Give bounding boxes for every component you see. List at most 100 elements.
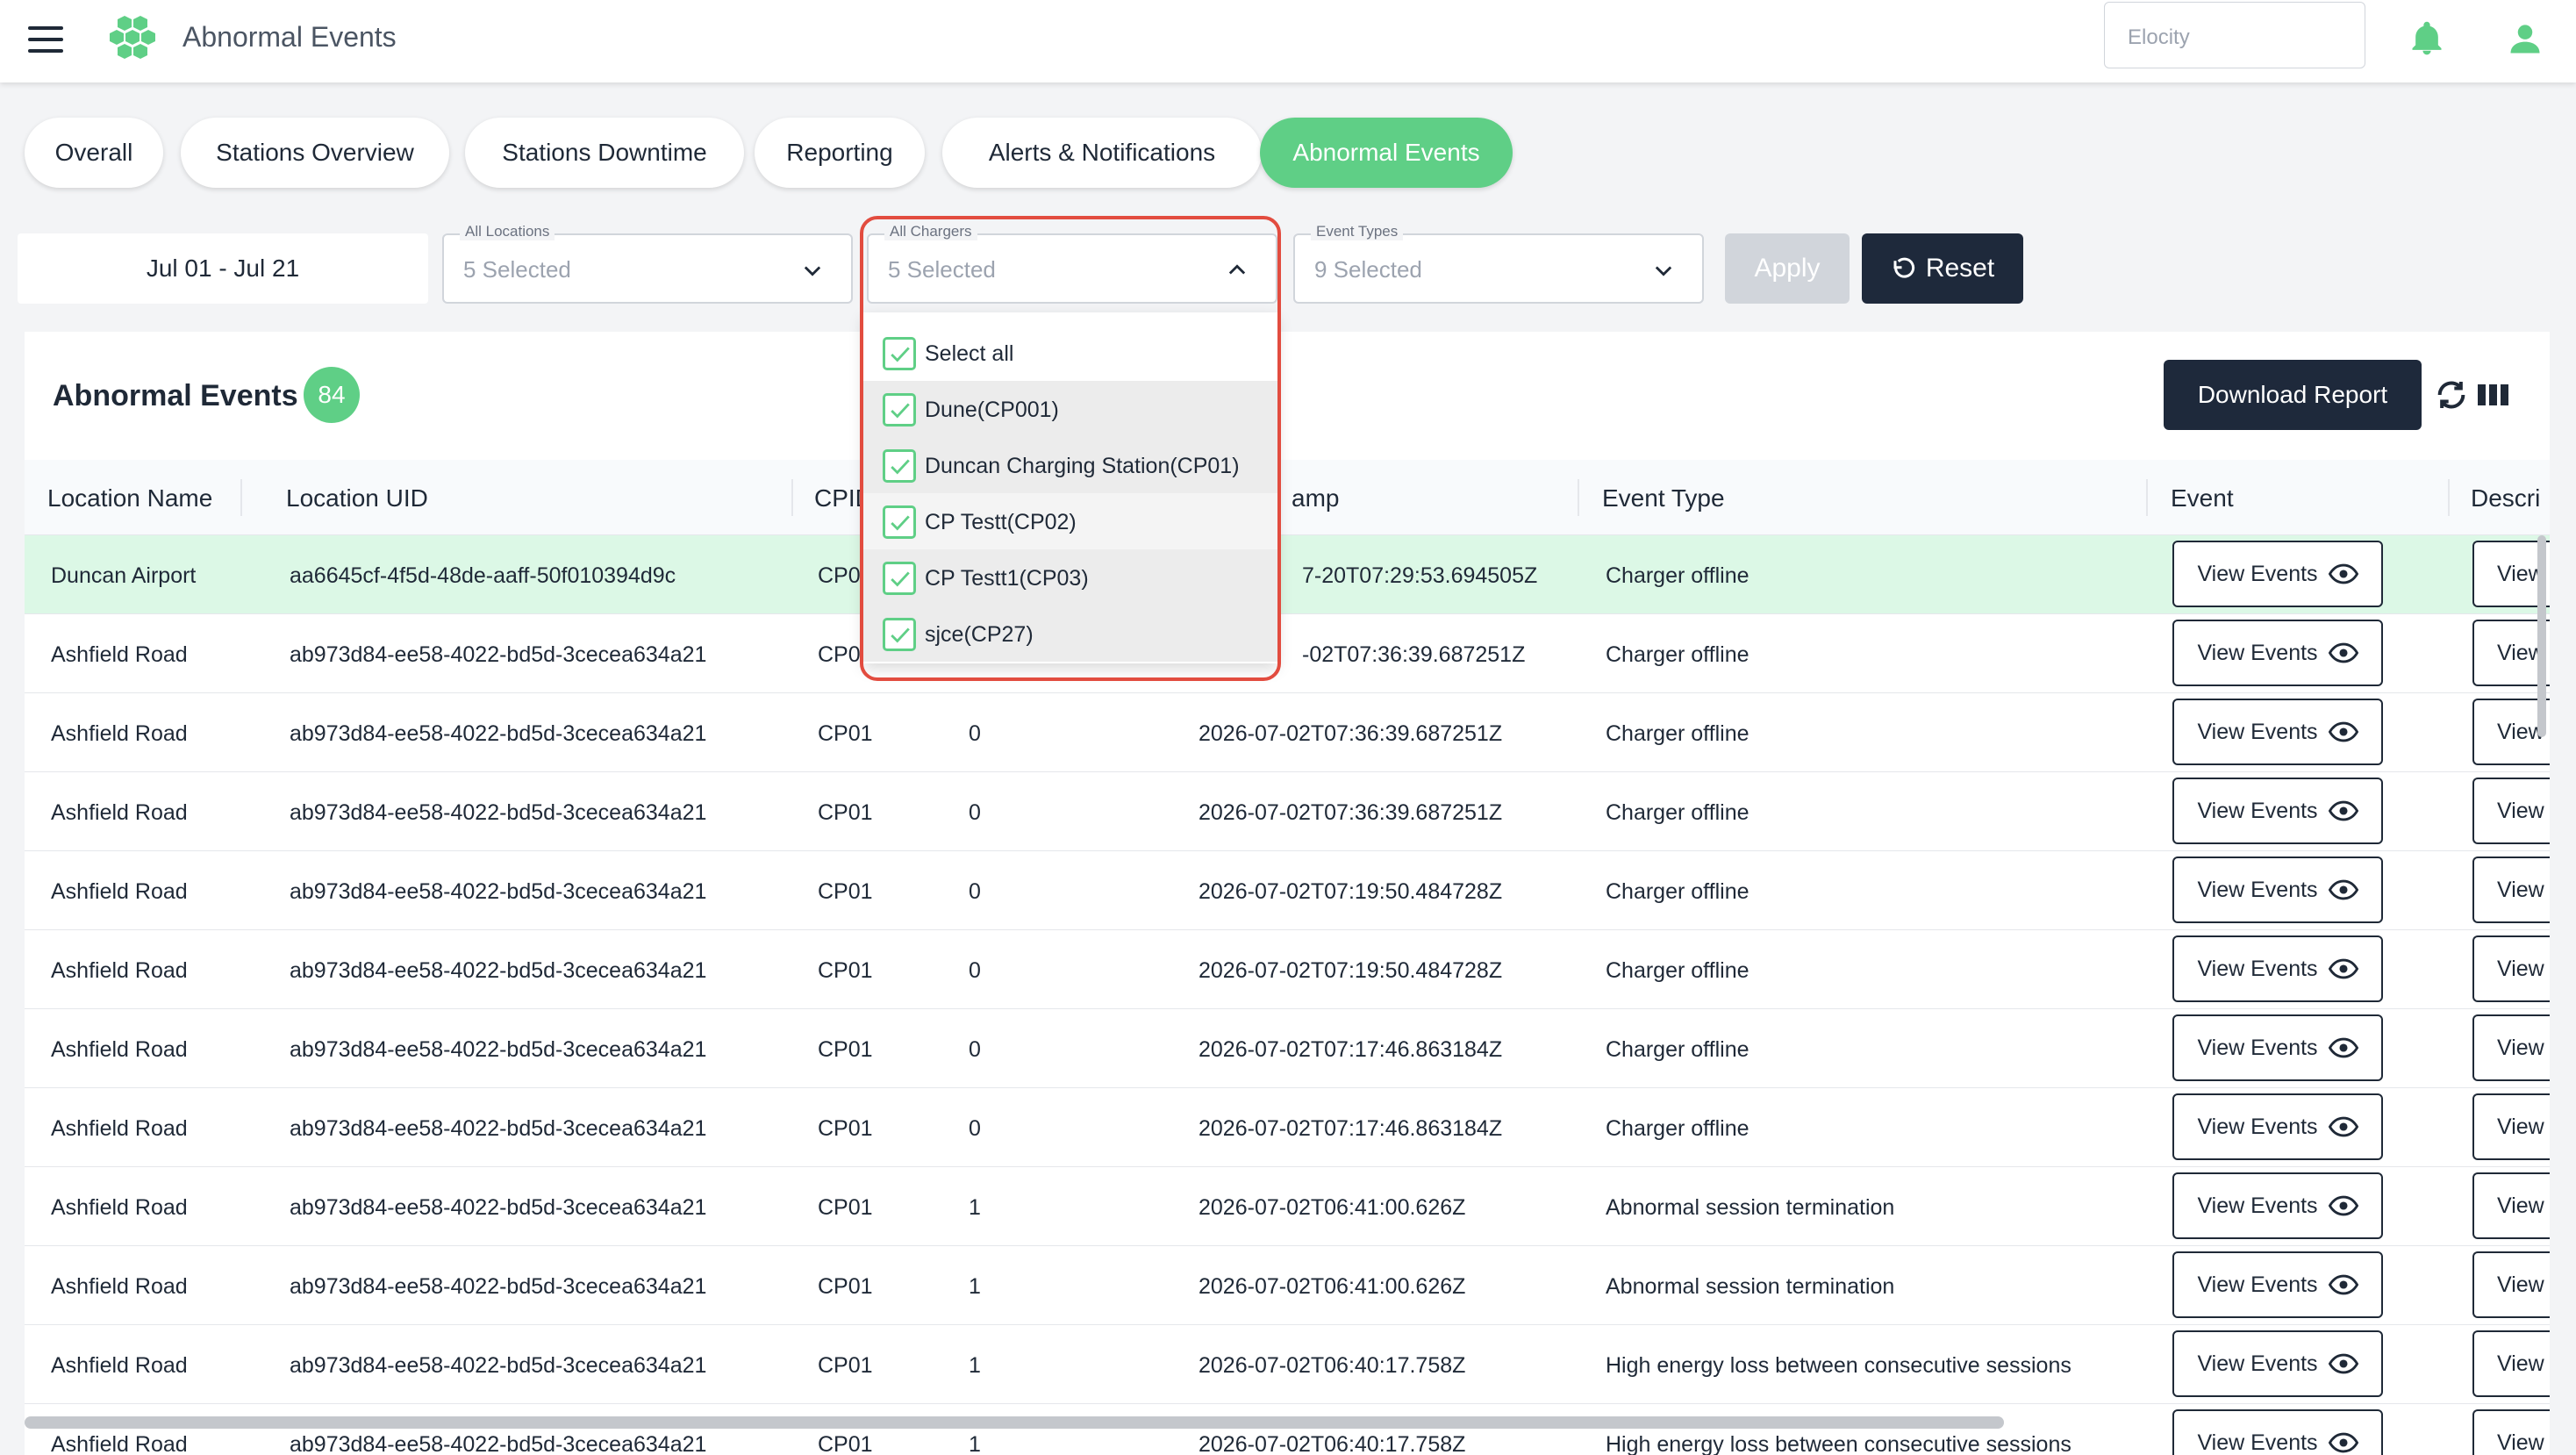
view-events-button[interactable]: View Events bbox=[2172, 778, 2383, 844]
view-events-button[interactable]: View Events bbox=[2172, 1251, 2383, 1318]
table-row[interactable]: Ashfield Road ab973d84-ee58-4022-bd5d-3ce… bbox=[25, 1167, 2550, 1246]
table-row[interactable]: Ashfield Road ab973d84-ee58-4022-bd5d-3ce… bbox=[25, 693, 2550, 772]
table-row[interactable]: Ashfield Road ab973d84-ee58-4022-bd5d-3ce… bbox=[25, 1009, 2550, 1088]
chevron-up-icon bbox=[1228, 264, 1246, 275]
tab-stations-downtime[interactable]: Stations Downtime bbox=[465, 118, 744, 188]
view-events-label: View Events bbox=[2197, 1114, 2318, 1139]
charger-option[interactable]: CP Testt1(CP03) bbox=[863, 549, 1277, 606]
eye-icon bbox=[2328, 1037, 2358, 1058]
tab-reporting[interactable]: Reporting bbox=[755, 118, 925, 188]
view-events-button[interactable]: View Events bbox=[2172, 699, 2383, 765]
col-location-uid[interactable]: Location UID bbox=[286, 484, 428, 512]
view-description-button[interactable]: View bbox=[2472, 1093, 2550, 1160]
table-row[interactable]: Ashfield Road ab973d84-ee58-4022-bd5d-3ce… bbox=[25, 930, 2550, 1009]
cell-connector: 0 bbox=[969, 800, 981, 825]
locations-select-value: 5 Selected bbox=[463, 256, 571, 283]
charger-option[interactable]: Dune(CP001) bbox=[863, 381, 1277, 437]
event-types-select[interactable]: Event Types 9 Selected bbox=[1293, 223, 1704, 304]
view-events-button[interactable]: View Events bbox=[2172, 1093, 2383, 1160]
cell-connector: 1 bbox=[969, 1353, 981, 1378]
view-events-button[interactable]: View Events bbox=[2172, 620, 2383, 686]
view-description-button[interactable]: View bbox=[2472, 857, 2550, 923]
chargers-select[interactable]: All Chargers 5 Selected bbox=[867, 223, 1277, 304]
charger-option[interactable]: CP Testt(CP02) bbox=[863, 493, 1277, 549]
view-events-button[interactable]: View Events bbox=[2172, 541, 2383, 607]
checkbox-checked-icon[interactable] bbox=[883, 337, 916, 370]
locations-select[interactable]: All Locations 5 Selected bbox=[442, 223, 853, 304]
view-events-button[interactable]: View Events bbox=[2172, 935, 2383, 1002]
chargers-select-value: 5 Selected bbox=[888, 256, 996, 283]
table-row[interactable]: Ashfield Road ab973d84-ee58-4022-bd5d-3ce… bbox=[25, 614, 2550, 693]
reset-button[interactable]: Reset bbox=[1862, 233, 2023, 304]
cell-timestamp: 2026-07-02T07:19:50.484728Z bbox=[1199, 879, 1503, 904]
menu-icon[interactable] bbox=[28, 26, 63, 53]
table-row[interactable]: Ashfield Road ab973d84-ee58-4022-bd5d-3ce… bbox=[25, 1325, 2550, 1404]
col-timestamp[interactable]: amp bbox=[1292, 484, 1339, 512]
vertical-scrollbar[interactable] bbox=[2537, 535, 2546, 737]
table-row[interactable]: Ashfield Road ab973d84-ee58-4022-bd5d-3ce… bbox=[25, 851, 2550, 930]
cell-timestamp: 2026-07-02T07:17:46.863184Z bbox=[1199, 1037, 1503, 1062]
checkbox-checked-icon[interactable] bbox=[883, 449, 916, 483]
checkbox-checked-icon[interactable] bbox=[883, 562, 916, 595]
view-description-button[interactable]: View bbox=[2472, 1330, 2550, 1397]
cell-cpid: CP01 bbox=[818, 958, 873, 983]
charger-option-label: CP Testt(CP02) bbox=[925, 510, 1077, 534]
columns-icon[interactable] bbox=[2478, 383, 2509, 407]
view-description-button[interactable]: View bbox=[2472, 778, 2550, 844]
col-event[interactable]: Event bbox=[2171, 484, 2234, 512]
download-report-button[interactable]: Download Report bbox=[2164, 360, 2422, 430]
table-row[interactable]: Ashfield Road ab973d84-ee58-4022-bd5d-3ce… bbox=[25, 1404, 2550, 1455]
cell-location-uid: ab973d84-ee58-4022-bd5d-3cecea634a21 bbox=[290, 1116, 707, 1141]
col-description[interactable]: Descri bbox=[2471, 484, 2540, 512]
cell-location-name: Duncan Airport bbox=[51, 563, 197, 588]
cell-location-uid: ab973d84-ee58-4022-bd5d-3cecea634a21 bbox=[290, 642, 707, 667]
horizontal-scrollbar[interactable] bbox=[25, 1416, 2004, 1429]
cell-timestamp: 2026-07-02T07:17:46.863184Z bbox=[1199, 1116, 1503, 1141]
date-range-picker[interactable]: Jul 01 - Jul 21 bbox=[18, 233, 428, 304]
hexagon-logo-icon bbox=[110, 16, 155, 59]
table-row[interactable]: Ashfield Road ab973d84-ee58-4022-bd5d-3ce… bbox=[25, 772, 2550, 851]
view-events-label: View Events bbox=[2197, 956, 2318, 981]
cell-location-uid: ab973d84-ee58-4022-bd5d-3cecea634a21 bbox=[290, 1432, 707, 1455]
table-row[interactable]: Ashfield Road ab973d84-ee58-4022-bd5d-3ce… bbox=[25, 1088, 2550, 1167]
col-location-name[interactable]: Location Name bbox=[47, 484, 212, 512]
col-event-type[interactable]: Event Type bbox=[1602, 484, 1725, 512]
table-row[interactable]: Ashfield Road ab973d84-ee58-4022-bd5d-3ce… bbox=[25, 1246, 2550, 1325]
tab-overall[interactable]: Overall bbox=[25, 118, 163, 188]
cell-cpid: CP01 bbox=[818, 1116, 873, 1141]
view-events-button[interactable]: View Events bbox=[2172, 857, 2383, 923]
locations-select-label: All Locations bbox=[460, 223, 555, 240]
view-description-button[interactable]: View bbox=[2472, 1172, 2550, 1239]
checkbox-checked-icon[interactable] bbox=[883, 393, 916, 426]
view-description-button[interactable]: View bbox=[2472, 1014, 2550, 1081]
view-events-button[interactable]: View Events bbox=[2172, 1330, 2383, 1397]
checkbox-checked-icon[interactable] bbox=[883, 505, 916, 539]
app-title: Abnormal Events bbox=[182, 21, 397, 53]
cell-location-uid: ab973d84-ee58-4022-bd5d-3cecea634a21 bbox=[290, 879, 707, 904]
chargers-dropdown: Select all Dune(CP001) Duncan Charging Sta… bbox=[863, 312, 1277, 663]
view-events-button[interactable]: View Events bbox=[2172, 1409, 2383, 1455]
tab-stations-overview[interactable]: Stations Overview bbox=[181, 118, 449, 188]
refresh-icon[interactable] bbox=[2434, 377, 2469, 412]
cell-event-type: Charger offline bbox=[1606, 958, 1750, 983]
charger-option[interactable]: sjce(CP27) bbox=[863, 606, 1277, 662]
tab-abnormal-events[interactable]: Abnormal Events bbox=[1260, 118, 1513, 188]
tab-alerts-notifications[interactable]: Alerts & Notifications bbox=[942, 118, 1262, 188]
user-icon[interactable] bbox=[2506, 19, 2544, 58]
view-description-button[interactable]: View bbox=[2472, 1409, 2550, 1455]
charger-option[interactable]: Select all bbox=[863, 325, 1277, 381]
view-description-button[interactable]: View bbox=[2472, 935, 2550, 1002]
view-events-button[interactable]: View Events bbox=[2172, 1014, 2383, 1081]
cell-location-uid: ab973d84-ee58-4022-bd5d-3cecea634a21 bbox=[290, 721, 707, 746]
checkbox-checked-icon[interactable] bbox=[883, 618, 916, 651]
organization-select[interactable]: Elocity bbox=[2104, 2, 2365, 68]
view-description-button[interactable]: View bbox=[2472, 1251, 2550, 1318]
charger-option[interactable]: Duncan Charging Station(CP01) bbox=[863, 437, 1277, 493]
bell-icon[interactable] bbox=[2408, 19, 2446, 58]
view-events-button[interactable]: View Events bbox=[2172, 1172, 2383, 1239]
cell-location-uid: ab973d84-ee58-4022-bd5d-3cecea634a21 bbox=[290, 1274, 707, 1299]
table-row[interactable]: Duncan Airport aa6645cf-4f5d-48de-aaff-50… bbox=[25, 535, 2550, 614]
cell-event-type: Charger offline bbox=[1606, 642, 1750, 667]
apply-button[interactable]: Apply bbox=[1725, 233, 1850, 304]
app-bar: Abnormal Events Elocity bbox=[0, 0, 2576, 82]
